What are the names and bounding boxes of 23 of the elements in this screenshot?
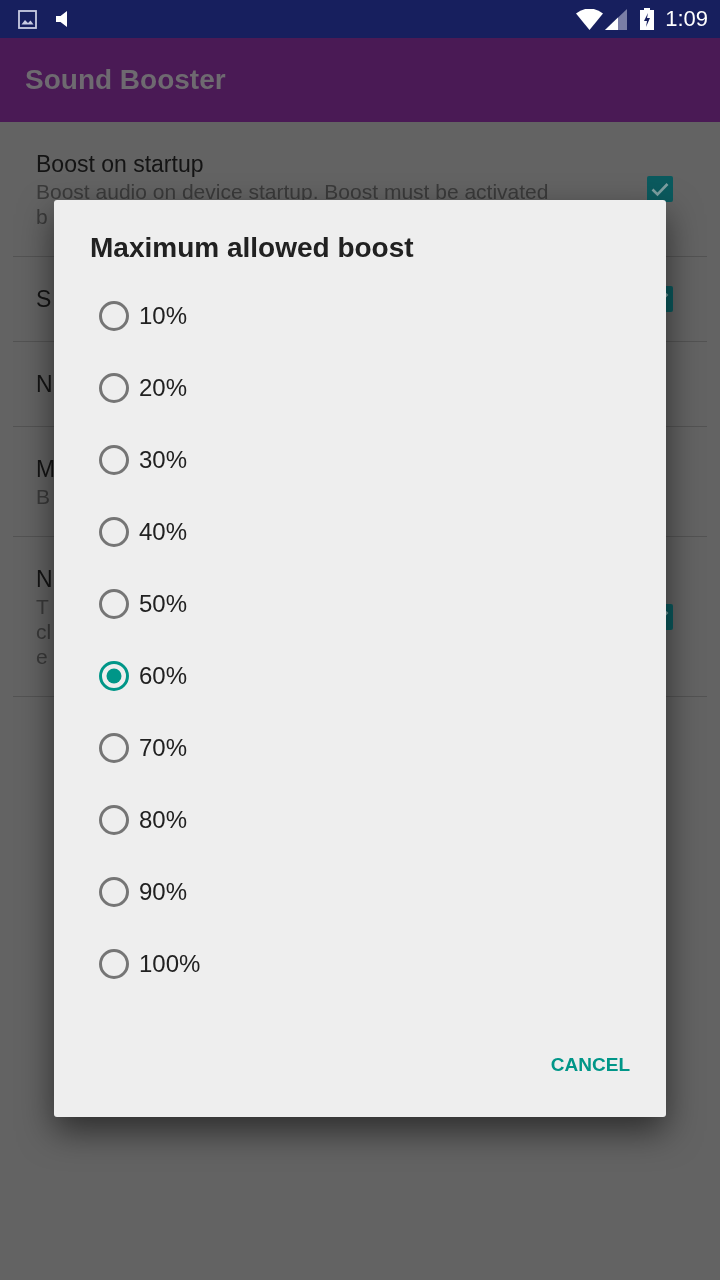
checkbox-icon[interactable] [647, 176, 673, 202]
radio-option[interactable]: 100% [54, 928, 666, 1000]
setting-title: Boost on startup [36, 150, 204, 179]
radio-option[interactable]: 10% [54, 280, 666, 352]
status-time: 1:09 [665, 6, 708, 32]
radio-option[interactable]: 70% [54, 712, 666, 784]
setting-title: N [36, 565, 53, 594]
setting-title: M [36, 455, 56, 484]
image-icon [18, 9, 37, 29]
setting-title: S [36, 285, 52, 314]
radio-option[interactable]: 80% [54, 784, 666, 856]
dialog-title: Maximum allowed boost [89, 232, 415, 264]
radio-option[interactable]: 60% [54, 640, 666, 712]
radio-option[interactable]: 90% [54, 856, 666, 928]
signal-icon [605, 8, 628, 30]
radio-option[interactable]: 50% [54, 568, 666, 640]
radio-option[interactable]: 30% [54, 424, 666, 496]
radio-option[interactable]: 20% [54, 352, 666, 424]
battery-charging-icon [640, 8, 655, 30]
radio-option[interactable]: 40% [54, 496, 666, 568]
speaker-icon [56, 11, 70, 27]
app-title: Sound Booster [25, 64, 226, 96]
setting-title: N [36, 370, 53, 399]
